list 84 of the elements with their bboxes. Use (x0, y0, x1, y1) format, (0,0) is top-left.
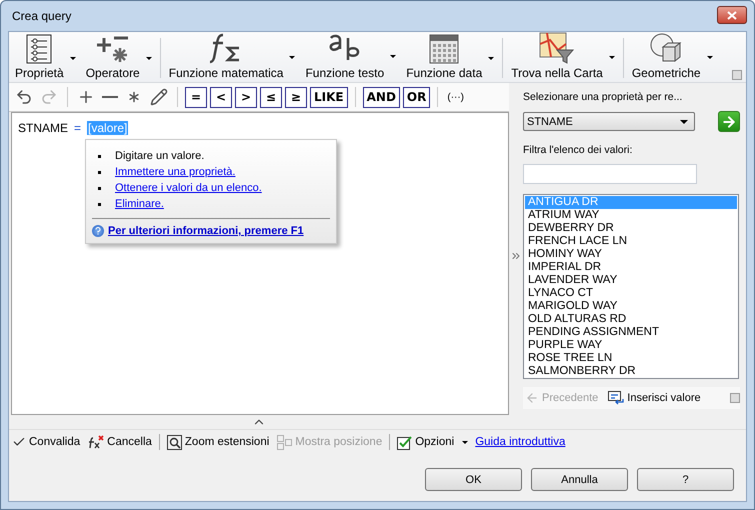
value-item[interactable]: IMPERIAL DR (525, 261, 737, 274)
expand-panel-icon[interactable] (510, 250, 522, 262)
filter-field[interactable] (523, 164, 697, 184)
hint-link[interactable]: Ottenere i valori da un elenco. (115, 180, 262, 196)
help-link[interactable]: Per ulteriori informazioni, premere F1 (108, 225, 304, 237)
bullet-icon (98, 170, 101, 174)
value-item[interactable]: HOMINY WAY (525, 248, 737, 261)
value-item[interactable]: SALMONBERRY DR (525, 365, 737, 378)
bullet-icon (98, 154, 101, 158)
value-item[interactable]: ATRIUM WAY (525, 209, 737, 222)
pencil-icon (150, 88, 168, 106)
help-icon (92, 225, 104, 237)
close-icon (727, 10, 737, 20)
hint-text: Digitare un valore. (115, 149, 204, 164)
ribbon-button[interactable]: Operatore (84, 34, 142, 82)
value-item[interactable]: OLD ALTURAS RD (525, 313, 737, 326)
dropdown-caret-icon[interactable] (70, 56, 76, 60)
apply-button[interactable] (718, 111, 740, 132)
ribbon-button[interactable]: Funzione matematica (166, 32, 286, 82)
property-token: STNAME (18, 121, 68, 135)
undo-icon (15, 88, 33, 106)
ribbon-button[interactable]: Funzione testo (303, 30, 386, 82)
operator-button[interactable]: > (235, 86, 257, 108)
value-item[interactable]: LAVENDER WAY (525, 274, 737, 287)
parentheses-button[interactable]: (···) (445, 92, 466, 102)
operator-token: = (74, 121, 82, 135)
dialog-button[interactable]: OK (425, 468, 522, 491)
query-editor[interactable]: STNAME = [valore] Digitare un valore. Immettere una proprietà. Ottenere i valori da un elenco. Eliminare. Per ulteriori informazioni, premere F1 (11, 112, 509, 415)
plus-icon (77, 88, 95, 106)
bullet-icon (98, 186, 101, 190)
logic-button[interactable]: OR (402, 86, 430, 108)
dropdown-caret-icon[interactable] (289, 56, 296, 58)
checkbox-options-icon (397, 434, 412, 450)
pencil-button[interactable] (148, 88, 170, 106)
dialog-button[interactable]: ? (637, 468, 734, 491)
property-select[interactable]: STNAME (523, 112, 695, 131)
function-clear-icon (88, 435, 104, 449)
operator-button[interactable]: < (210, 86, 232, 108)
dialog-button[interactable]: Annulla (531, 468, 628, 491)
hint-link[interactable]: Eliminare. (115, 196, 164, 212)
operator-button[interactable]: LIKE (310, 86, 348, 108)
zoom-button[interactable]: Zoom estensioni (166, 434, 270, 450)
minus-icon (102, 95, 118, 99)
logic-button[interactable]: AND (362, 86, 400, 108)
dropdown-caret-icon[interactable] (706, 56, 713, 58)
close-button[interactable] (717, 6, 747, 24)
options-button[interactable]: Opzioni (396, 434, 470, 450)
getting-started-link[interactable]: Guida introduttiva (475, 436, 566, 448)
value-item[interactable]: ROSE TREE LN (525, 352, 737, 365)
window-title: Crea query (11, 9, 72, 23)
minus-button[interactable] (100, 95, 120, 99)
ribbon-button[interactable]: Geometriche (630, 32, 703, 82)
ribbon-button[interactable]: Funzione data (404, 34, 484, 82)
property-list-icon (26, 34, 52, 64)
operator-icon (96, 34, 130, 64)
filter-label: Filtra l'elenco dei valori: (523, 144, 634, 156)
value-item[interactable]: FRENCH LACE LN (525, 235, 737, 248)
operator-button[interactable]: ≥ (285, 86, 307, 108)
validate-button[interactable]: Convalida (11, 435, 82, 449)
operator-button[interactable]: ≤ (260, 86, 282, 108)
operator-button[interactable]: = (185, 86, 207, 108)
ribbon-button[interactable]: Trova nella Carta (509, 32, 605, 82)
dropdown-caret-icon[interactable] (146, 56, 152, 60)
arrow-left-icon (525, 391, 539, 405)
grid-locate-icon (277, 434, 292, 450)
insert-value-button[interactable]: Inserisci valore (606, 391, 703, 405)
value-item[interactable]: PENDING ASSIGNMENT (525, 326, 737, 339)
value-item[interactable]: MARIGOLD WAY (525, 300, 737, 313)
dropdown-caret-icon[interactable] (608, 56, 615, 58)
property-prompt: Selezionare una proprietà per re... (523, 91, 684, 103)
value-item[interactable]: LYNACO CT (525, 287, 737, 300)
map-filter-icon (539, 32, 576, 64)
bullet-icon (98, 202, 101, 206)
redo-icon (40, 88, 58, 106)
clear-button[interactable]: Cancella (87, 435, 153, 449)
dropdown-caret-icon[interactable] (488, 56, 494, 60)
zoom-extent-icon (166, 434, 182, 450)
insert-value-icon (608, 391, 624, 405)
hint-link[interactable]: Immettere una proprietà. (115, 164, 236, 180)
calendar-icon (429, 34, 460, 64)
dropdown-caret-icon[interactable] (390, 54, 396, 58)
ribbon-button[interactable]: Proprietà (13, 34, 66, 82)
value-item[interactable]: DEWBERRY DR (525, 222, 737, 235)
value-item[interactable]: PURPLE WAY (525, 339, 737, 352)
